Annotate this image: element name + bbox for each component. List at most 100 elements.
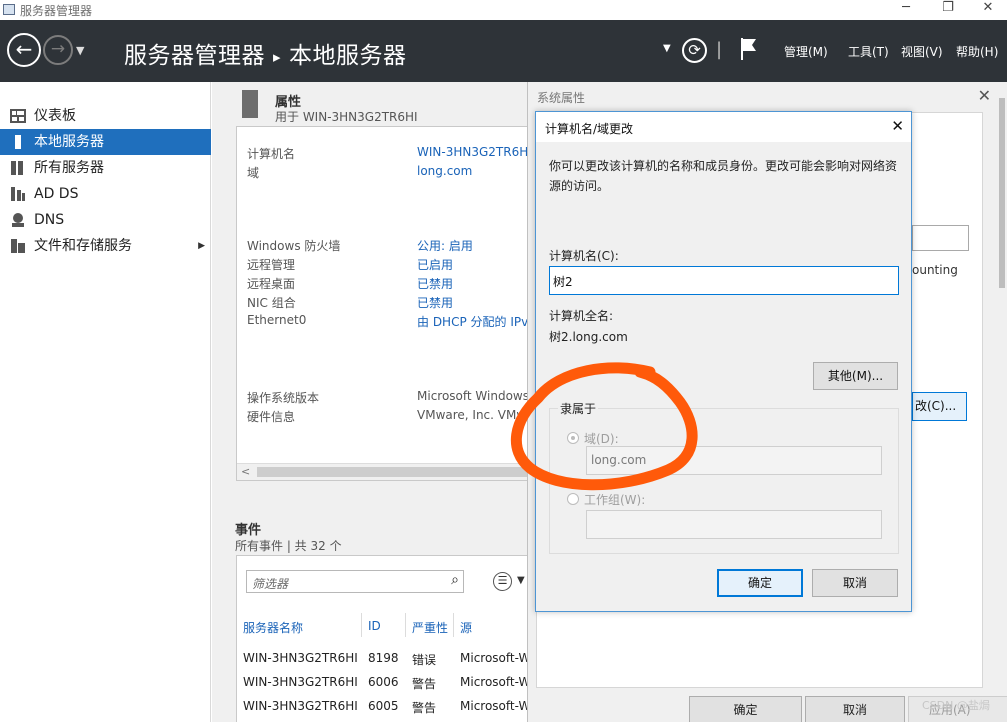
more-button[interactable]: 其他(M)... xyxy=(813,362,898,390)
sidebar-item-local-server[interactable]: 本地服务器 xyxy=(0,129,211,155)
cell-source: Microsoft-W xyxy=(460,651,531,665)
computer-name-domain-dialog: 计算机名/域更改 ✕ 你可以更改该计算机的名称和成员身份。更改可能会影响对网络资… xyxy=(535,111,912,612)
scrollbar-thumb[interactable] xyxy=(999,98,1005,288)
dialog-cancel-button[interactable]: 取消 xyxy=(812,569,898,597)
column-header-id[interactable]: ID xyxy=(368,619,381,633)
column-divider xyxy=(361,613,362,637)
menu-manage[interactable]: 管理(M) xyxy=(784,43,828,60)
workgroup-input[interactable] xyxy=(586,510,882,539)
dialog-titlebar: 计算机名/域更改 ✕ xyxy=(536,112,911,142)
system-properties-cancel-button[interactable]: 取消 xyxy=(805,696,905,722)
window-title: 服务器管理器 xyxy=(20,4,93,18)
forward-arrow-icon: → xyxy=(50,39,66,59)
column-header-severity[interactable]: 严重性 xyxy=(412,619,448,636)
system-properties-close-button[interactable]: ✕ xyxy=(978,86,991,105)
prop-label-nic-teaming: NIC 组合 xyxy=(247,296,296,310)
system-properties-scrollbar[interactable] xyxy=(997,98,1007,698)
column-header-source[interactable]: 源 xyxy=(460,619,472,636)
cell-server-name: WIN-3HN3G2TR6HI xyxy=(243,675,358,689)
events-title: 事件 xyxy=(235,523,262,538)
prop-value-ethernet0[interactable]: 由 DHCP 分配的 IPv4 xyxy=(417,313,535,330)
dialog-description: 你可以更改该计算机的名称和成员身份。更改可能会影响对网络资源的访问。 xyxy=(549,159,898,193)
scrollbar-thumb[interactable] xyxy=(257,467,535,477)
properties-horizontal-scrollbar[interactable]: < xyxy=(237,463,535,480)
events-filter-input[interactable]: 筛选器 ⌕ xyxy=(246,570,464,593)
ad-ds-icon xyxy=(11,187,25,201)
domain-input[interactable]: long.com xyxy=(586,446,882,475)
change-button[interactable]: 改(C)... xyxy=(912,392,967,421)
workgroup-radio[interactable] xyxy=(567,493,579,505)
history-dropdown-icon[interactable]: ▼ xyxy=(76,44,84,57)
dialog-title: 计算机名/域更改 xyxy=(545,122,634,136)
computer-description-input[interactable] xyxy=(912,225,969,251)
system-properties-ok-button[interactable]: 确定 xyxy=(689,696,802,722)
cell-server-name: WIN-3HN3G2TR6HI xyxy=(243,651,358,665)
breadcrumb-separator-icon: ▸ xyxy=(273,47,282,66)
domain-radio[interactable] xyxy=(567,432,579,444)
header-dropdown-icon[interactable]: ▼ xyxy=(663,43,671,54)
domain-value: long.com xyxy=(591,453,647,467)
cell-severity: 错误 xyxy=(412,653,437,667)
column-header-server-name[interactable]: 服务器名称 xyxy=(243,619,303,636)
prop-value-nic-teaming[interactable]: 已禁用 xyxy=(417,294,453,311)
sidebar: 仪表板 本地服务器 所有服务器 AD DS DNS 文件和存储服务 ▶ xyxy=(0,82,211,722)
sidebar-item-label: 本地服务器 xyxy=(34,134,104,150)
sidebar-item-all-servers[interactable]: 所有服务器 xyxy=(0,155,211,181)
cell-id: 6006 xyxy=(368,675,399,689)
sidebar-item-label: 所有服务器 xyxy=(34,160,104,176)
computer-name-input[interactable]: 树2 xyxy=(549,266,899,295)
sidebar-item-label: 文件和存储服务 xyxy=(34,238,132,254)
server-icon xyxy=(15,135,21,149)
restore-button[interactable]: ❐ xyxy=(930,0,966,18)
events-subtitle: 所有事件 | 共 32 个 xyxy=(235,539,342,553)
prop-value-remote-management[interactable]: 已启用 xyxy=(417,256,453,273)
cell-id: 8198 xyxy=(368,651,399,665)
sidebar-item-dashboard[interactable]: 仪表板 xyxy=(0,103,211,129)
menu-tools[interactable]: 工具(T) xyxy=(848,43,889,60)
forward-button[interactable]: → xyxy=(43,35,73,65)
menu-view[interactable]: 视图(V) xyxy=(901,43,943,60)
full-computer-name-value: 树2.long.com xyxy=(549,330,628,344)
prop-label-computer-name: 计算机名 xyxy=(247,147,296,161)
server-manager-window: 服务器管理器 ─ ❐ ✕ ← → ▼ 服务器管理器 ▸ 本地服务器 ▼ ⟳ | 管理… xyxy=(0,0,1007,722)
prop-label-remote-desktop: 远程桌面 xyxy=(247,277,296,291)
notifications-flag-icon[interactable] xyxy=(740,37,758,64)
prop-value-os-version: Microsoft Windows xyxy=(417,389,529,403)
back-arrow-icon: ← xyxy=(15,37,33,61)
cell-source: Microsoft-W xyxy=(460,699,531,713)
prop-value-remote-desktop[interactable]: 已禁用 xyxy=(417,275,453,292)
prop-value-firewall[interactable]: 公用: 启用 xyxy=(417,237,473,254)
cell-source: Microsoft-W xyxy=(460,675,531,689)
search-icon[interactable]: ⌕ xyxy=(451,572,459,588)
column-divider xyxy=(405,613,406,637)
properties-subtitle: 用于 WIN-3HN3G2TR6HI xyxy=(275,110,418,124)
prop-value-domain[interactable]: long.com xyxy=(417,164,472,178)
prop-label-domain: 域 xyxy=(247,166,260,180)
refresh-button[interactable]: ⟳ xyxy=(682,38,707,63)
breadcrumb: 服务器管理器 ▸ 本地服务器 xyxy=(124,36,407,70)
close-window-button[interactable]: ✕ xyxy=(970,0,1006,18)
expand-arrow-icon[interactable]: ▶ xyxy=(198,233,205,259)
workgroup-radio-label: 工作组(W): xyxy=(584,493,646,507)
cell-server-name: WIN-3HN3G2TR6HI xyxy=(243,699,358,713)
minimize-button[interactable]: ─ xyxy=(888,0,924,18)
sidebar-item-ad-ds[interactable]: AD DS xyxy=(0,181,211,207)
menu-help[interactable]: 帮助(H) xyxy=(956,43,998,60)
member-of-group: 隶属于 域(D): long.com 工作组(W): xyxy=(549,400,899,554)
scroll-left-icon[interactable]: < xyxy=(241,465,250,478)
dialog-close-button[interactable]: ✕ xyxy=(891,117,904,135)
cell-severity: 警告 xyxy=(412,677,437,691)
breadcrumb-current: 本地服务器 xyxy=(289,43,407,69)
server-manager-app-icon xyxy=(3,4,15,15)
breadcrumb-root[interactable]: 服务器管理器 xyxy=(124,43,265,69)
prop-label-firewall: Windows 防火墙 xyxy=(247,239,341,253)
back-button[interactable]: ← xyxy=(7,33,41,67)
list-options-dropdown-icon[interactable]: ▼ xyxy=(517,575,525,586)
dialog-ok-button[interactable]: 确定 xyxy=(717,569,803,597)
sidebar-item-file-storage[interactable]: 文件和存储服务 ▶ xyxy=(0,233,211,259)
watermark: CSDN @盐焗 xyxy=(922,699,990,712)
sidebar-item-dns[interactable]: DNS xyxy=(0,207,211,233)
prop-value-computer-name[interactable]: WIN-3HN3G2TR6HI xyxy=(417,145,532,159)
list-options-icon[interactable]: ☰ xyxy=(493,572,512,591)
cell-id: 6005 xyxy=(368,699,399,713)
